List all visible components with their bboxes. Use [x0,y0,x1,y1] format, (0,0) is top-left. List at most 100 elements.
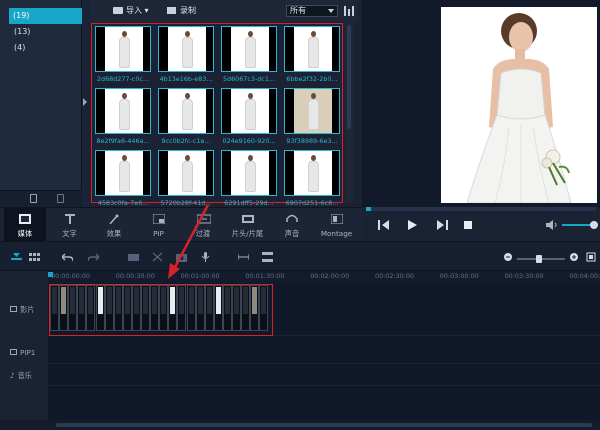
import-button[interactable]: 导入 ▾ [113,5,149,17]
redo-icon[interactable] [87,252,101,262]
zoom-out-icon[interactable] [503,252,514,262]
media-thumbnail[interactable]: 4b13e16b-e83... [156,26,216,83]
thumbnail-frame [221,26,277,72]
magic-wand-icon [108,214,120,225]
media-library: 2d68d277-c0c... 4b13e16b-e83... 5d6067c3-d… [90,22,344,207]
volume-knob[interactable] [590,221,599,229]
timeline-ruler[interactable]: 00:00:00:00 00:00:30:00 00:01:00:00 00:01:3… [48,271,600,283]
tab-7[interactable]: 声音 [271,208,313,242]
drag-arrow-icon [168,204,210,279]
folder-panel: (19) (13) (4) [0,0,82,207]
media-thumbnail[interactable]: 6bbe2f32-2b0... [282,26,342,83]
preview-image [441,7,597,203]
filter-value: 所有 [290,6,306,15]
tab-1[interactable]: 媒体 [4,208,46,242]
tab-8[interactable]: Montage [316,208,358,242]
ruler-tick-label: 00:00:30:00 [115,272,155,280]
thumbnail-frame [284,88,340,134]
media-thumbnail[interactable]: 4583c0fa-7e6... [93,150,153,207]
media-thumbnail[interactable]: 6907d251-6c8... [282,150,342,207]
media-thumbnail[interactable]: 8e2f9fa6-446a... [93,88,153,145]
storyboard-view-icon[interactable] [29,252,40,262]
title-clip-icon [241,214,254,224]
thumbnail-filename: 2d68d277-c0c... [96,75,149,83]
folder-item-1[interactable]: (19) [9,8,82,24]
library-scrollbar[interactable] [345,22,353,203]
playback-progress[interactable] [366,207,596,211]
tab-label: 片头/片尾 [231,229,264,238]
folder-actions [0,190,82,207]
library-scroll-thumb[interactable] [347,25,351,129]
thumbnail-image [231,89,269,133]
media-thumbnail[interactable]: 2d68d277-c0c... [93,26,153,83]
thumbnail-filename: 93f38989-6e3... [286,137,338,145]
thumbnail-filename: 4b13e16b-e83... [159,75,213,83]
sort-icon[interactable] [344,6,354,16]
ruler-tick-label: 00:03:30:00 [504,272,544,280]
playback-bar [362,207,600,241]
zoom-slider[interactable] [517,255,565,263]
media-thumbnail[interactable]: 9cc0b2fc-c1e... [156,88,216,145]
fit-project-icon[interactable] [586,252,597,262]
tab-2[interactable]: 文字 [49,208,91,242]
track-divider [48,363,600,364]
clip-highlight-box [49,284,273,336]
zoom-in-icon[interactable] [569,252,580,262]
thumbnail-frame [221,88,277,134]
thumbnail-image [294,27,332,71]
record-audio-icon[interactable] [128,252,139,262]
media-thumbnail[interactable]: 93f38989-6e3... [282,88,342,145]
thumbnail-frame [284,150,340,196]
previous-frame-icon[interactable] [378,220,390,230]
media-thumbnail[interactable]: 5d6067c3-dc1... [219,26,279,83]
tab-label: 文字 [62,229,77,238]
thumbnail-frame [158,150,214,196]
new-folder-icon[interactable] [30,194,37,203]
ruler-tick-label: 00:01:30:00 [245,272,285,280]
media-thumbnail[interactable]: 5720b28f-41d... [156,150,216,207]
thumbnail-image [168,151,206,195]
volume-slider[interactable] [562,221,599,229]
thumbnail-image [294,89,332,133]
library-toolbar: 导入 ▾ 录制 所有 [90,0,358,22]
thumbnail-filename: 024e9160-920... [222,137,276,145]
track-header-footer [0,420,48,430]
record-button[interactable]: 录制 [167,5,196,17]
camera-icon [167,7,176,14]
text-t-icon [64,214,76,224]
multi-track-icon[interactable] [262,252,273,262]
filter-dropdown[interactable]: 所有 [286,5,338,17]
thumbnail-frame [95,88,151,134]
play-icon[interactable] [406,220,418,230]
fit-timeline-icon[interactable] [237,252,250,262]
video-track-label: 影片 [10,305,34,315]
bride-photo [441,7,597,203]
undo-icon[interactable] [60,252,74,262]
playback-progress-fill [366,207,371,211]
delete-folder-icon[interactable] [57,194,64,203]
folder-item-2[interactable]: (13) [0,24,81,40]
folder-item-3[interactable]: (4) [0,40,81,56]
thumbnail-filename: 6291dff5-29d... [224,199,274,207]
timeline-scroll-thumb[interactable] [56,423,592,427]
thumbnail-frame [158,26,214,72]
thumbnail-image [231,151,269,195]
music-note-icon: ♪ [10,371,15,380]
volume-icon[interactable] [546,220,558,230]
timeline-scrollbar[interactable] [48,420,600,430]
media-thumbnail[interactable]: 024e9160-920... [219,88,279,145]
stop-icon[interactable] [462,220,474,230]
tab-3[interactable]: 效果 [93,208,135,242]
thumbnail-filename: 8e2f9fa6-446a... [96,137,150,145]
timeline-view-icon[interactable] [11,252,22,262]
media-thumbnail[interactable]: 6291dff5-29d... [219,150,279,207]
panel-collapse-handle[interactable] [82,0,90,207]
tab-label: Montage [320,229,353,238]
chevron-down-icon [328,9,334,13]
tab-6[interactable]: 片头/片尾 [227,208,269,242]
thumbnail-image [168,27,206,71]
thumbnail-frame [284,26,340,72]
zoom-knob[interactable] [535,255,542,263]
thumbnail-filename: 6907d251-6c8... [285,199,339,207]
next-frame-icon[interactable] [436,220,448,230]
